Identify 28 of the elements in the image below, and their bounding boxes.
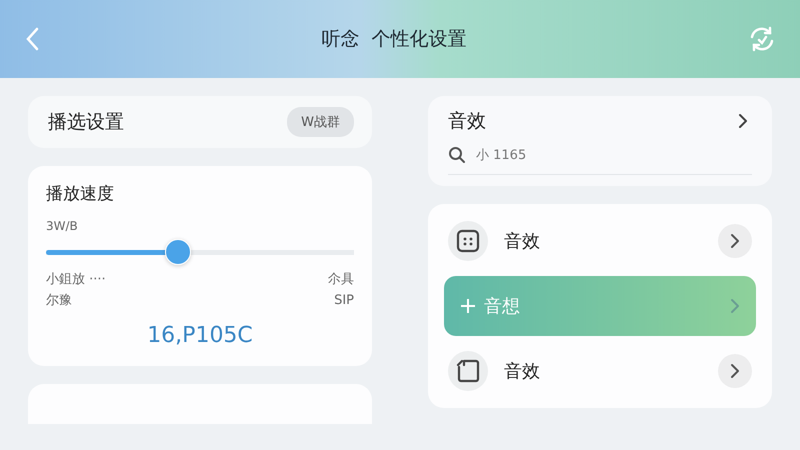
slider-caption: 3W/B (46, 219, 79, 233)
section-title: 音效 (448, 109, 486, 134)
chevron-right-icon (730, 298, 740, 314)
effect-row[interactable]: 音效 (444, 346, 756, 396)
slider-label: 小鉏放 ···· (46, 271, 106, 289)
effect-row[interactable]: 音效 (444, 216, 756, 266)
search-value: 小 1165 (476, 147, 526, 164)
search-icon (448, 146, 466, 164)
slider-label: SIP (334, 292, 354, 310)
chevron-right-icon (730, 233, 740, 249)
pill-button[interactable]: W战群 (287, 107, 354, 137)
slider-label: 尔豫 (46, 292, 73, 310)
slider-thumb[interactable] (165, 239, 192, 265)
row-label: 音效 (504, 230, 541, 253)
speed-title: 播放速度 (46, 183, 115, 205)
chevron-right-icon (738, 113, 748, 129)
back-icon (24, 26, 40, 52)
dice-icon (456, 229, 480, 253)
row-label: 音效 (504, 360, 541, 383)
search-field[interactable]: 小 1165 (448, 146, 752, 175)
slider-label: 尒具 (328, 271, 354, 289)
chevron-right-icon (730, 363, 740, 379)
sync-icon (748, 25, 776, 53)
speed-value: 16,P105C (146, 323, 254, 348)
plus-icon (460, 298, 476, 314)
section-title: 播选设置 (48, 110, 124, 135)
page-title: 听念 个性化设置 (321, 27, 467, 52)
row-label: 音想 (484, 295, 521, 318)
